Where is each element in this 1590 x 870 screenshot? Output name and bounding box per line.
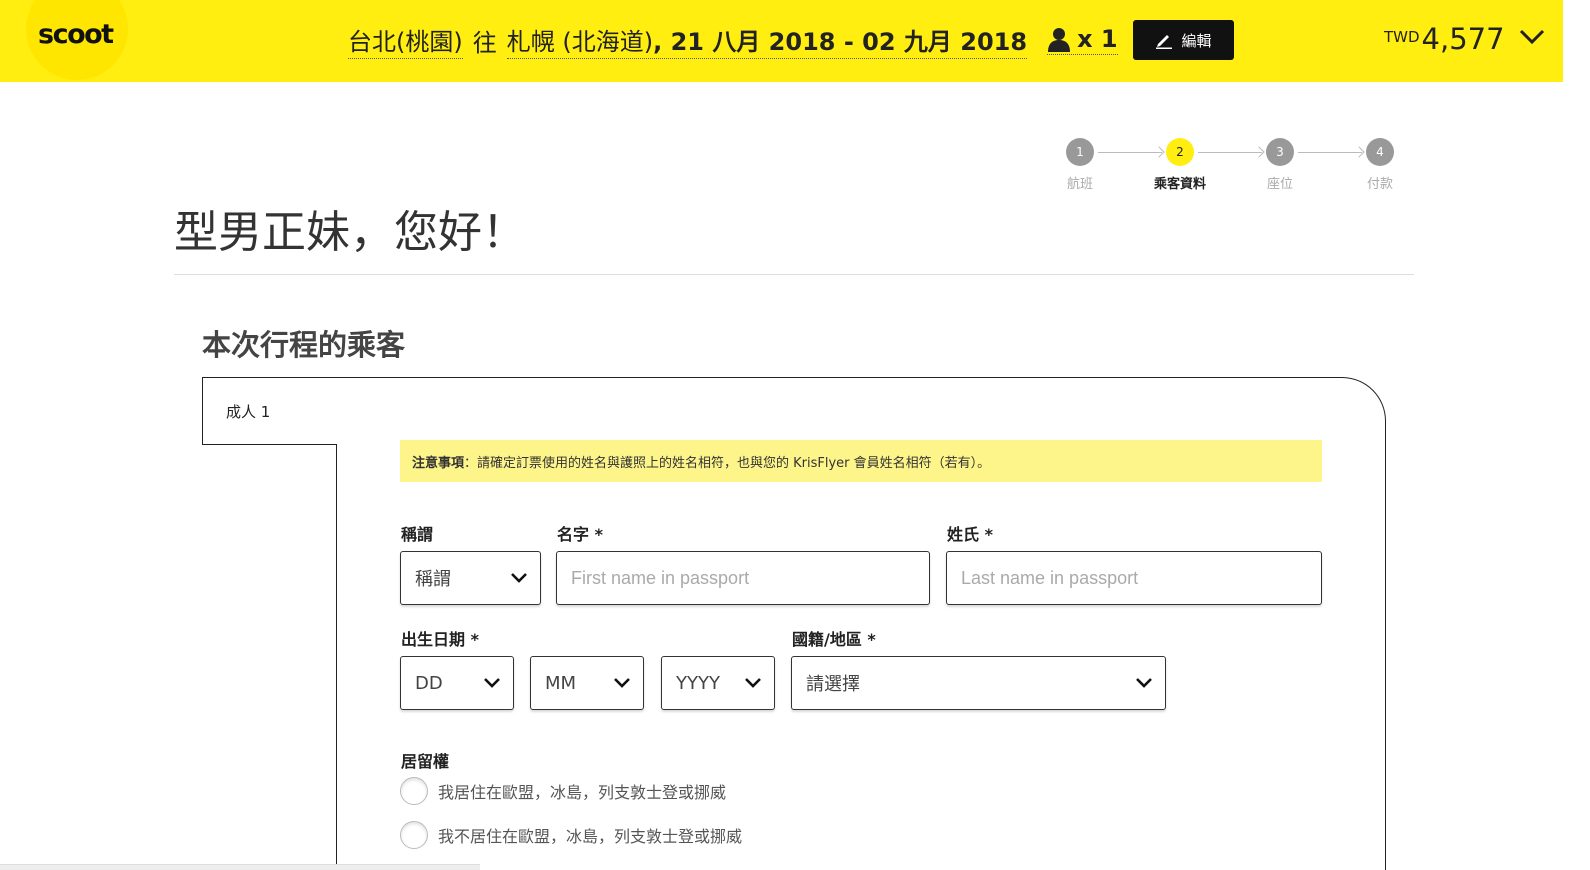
radio-button[interactable]: [400, 821, 428, 849]
dob-year-value: YYYY: [676, 672, 720, 694]
tab-adult-1[interactable]: 成人 1: [202, 377, 337, 445]
radio-label: 我居住在歐盟，冰島，列支敦士登或挪威: [438, 783, 727, 802]
notice-title: 注意事項: [412, 455, 465, 471]
title-select-value: 稱謂: [415, 569, 451, 590]
firstname-label: 名字 *: [557, 525, 603, 544]
nationality-select[interactable]: 請選擇: [791, 656, 1166, 710]
destination-city: 札幌 (北海道): [506, 27, 654, 56]
tab-label: 成人 1: [226, 402, 271, 421]
dob-year-select[interactable]: YYYY: [661, 656, 775, 710]
price-amount: 4,577: [1421, 22, 1505, 56]
dob-month-value: MM: [545, 672, 577, 694]
trip-destination-dates[interactable]: 札幌 (北海道), 21 八月 2018 - 02 九月 2018: [506, 22, 1028, 59]
pax-count-text: x 1: [1077, 25, 1118, 53]
chevron-down-icon: [484, 678, 500, 688]
divider: [174, 274, 1414, 275]
scoot-logo[interactable]: scoot: [38, 19, 114, 50]
residency-option-yes[interactable]: 我居住在歐盟，冰島，列支敦士登或挪威: [400, 777, 726, 805]
price-currency: TWD: [1384, 28, 1420, 46]
step-number: 3: [1266, 138, 1294, 166]
step-label: 航班: [1066, 177, 1093, 192]
notice-text: ：請確定訂票使用的姓名與護照上的姓名相符，也與您的 KrisFlyer 會員姓名…: [464, 455, 991, 471]
travel-dates: , 21 八月 2018 - 02 九月 2018: [653, 27, 1028, 56]
chevron-down-icon[interactable]: [1519, 28, 1545, 46]
step-passenger-details[interactable]: 2 乘客資料: [1140, 138, 1220, 192]
section-title: 本次行程的乘客: [202, 328, 406, 362]
lastname-field[interactable]: [946, 551, 1322, 605]
page-greeting: 型男正妹，您好！: [174, 207, 526, 258]
residency-label: 居留權: [401, 752, 450, 771]
step-number: 1: [1066, 138, 1094, 166]
pencil-icon: [1156, 35, 1173, 49]
step-seat[interactable]: 3 座位: [1240, 138, 1320, 192]
person-icon: [1048, 28, 1071, 52]
firstname-input[interactable]: [571, 552, 929, 604]
edit-label: 編輯: [1181, 31, 1212, 50]
radio-label: 我不居住在歐盟，冰島，列支敦士登或挪威: [438, 827, 743, 846]
dob-day-value: DD: [415, 672, 443, 694]
step-label: 乘客資料: [1153, 177, 1206, 192]
to-word: 往: [472, 28, 497, 57]
step-payment[interactable]: 4 付款: [1340, 138, 1420, 192]
dob-label: 出生日期 *: [401, 630, 479, 649]
step-flight[interactable]: 1 航班: [1040, 138, 1120, 192]
bottom-scroll-bar[interactable]: [0, 864, 480, 870]
edit-button[interactable]: 編輯: [1133, 20, 1234, 60]
title-label: 稱謂: [401, 525, 434, 544]
origin-city[interactable]: 台北(桃園): [348, 22, 463, 59]
step-number: 2: [1166, 138, 1194, 166]
step-label: 付款: [1366, 177, 1393, 192]
pax-count[interactable]: x 1: [1047, 25, 1118, 55]
residency-option-no[interactable]: 我不居住在歐盟，冰島，列支敦士登或挪威: [400, 821, 742, 849]
radio-button[interactable]: [400, 777, 428, 805]
price-summary[interactable]: TWD 4,577: [1384, 22, 1545, 56]
trip-summary[interactable]: 台北(桃園) 往 札幌 (北海道), 21 八月 2018 - 02 九月 20…: [348, 20, 1118, 60]
lastname-label: 姓氏 *: [947, 525, 993, 544]
lastname-input[interactable]: [961, 552, 1321, 604]
chevron-down-icon: [511, 573, 527, 583]
firstname-field[interactable]: [556, 551, 930, 605]
dob-day-select[interactable]: DD: [400, 656, 514, 710]
name-notice: 注意事項 ：請確定訂票使用的姓名與護照上的姓名相符，也與您的 KrisFlyer …: [400, 440, 1322, 482]
chevron-down-icon: [1136, 678, 1152, 688]
progress-stepper: 1 航班 2 乘客資料 3 座位 4 付款: [1040, 138, 1400, 198]
nationality-value: 請選擇: [806, 674, 860, 695]
chevron-down-icon: [614, 678, 630, 688]
dob-month-select[interactable]: MM: [530, 656, 644, 710]
step-label: 座位: [1266, 177, 1293, 192]
top-bar: scoot 台北(桃園) 往 札幌 (北海道), 21 八月 2018 - 02…: [0, 0, 1563, 82]
step-number: 4: [1366, 138, 1394, 166]
chevron-down-icon: [745, 678, 761, 688]
nationality-label: 國籍/地區 *: [792, 630, 876, 649]
title-select[interactable]: 稱謂: [400, 551, 541, 605]
